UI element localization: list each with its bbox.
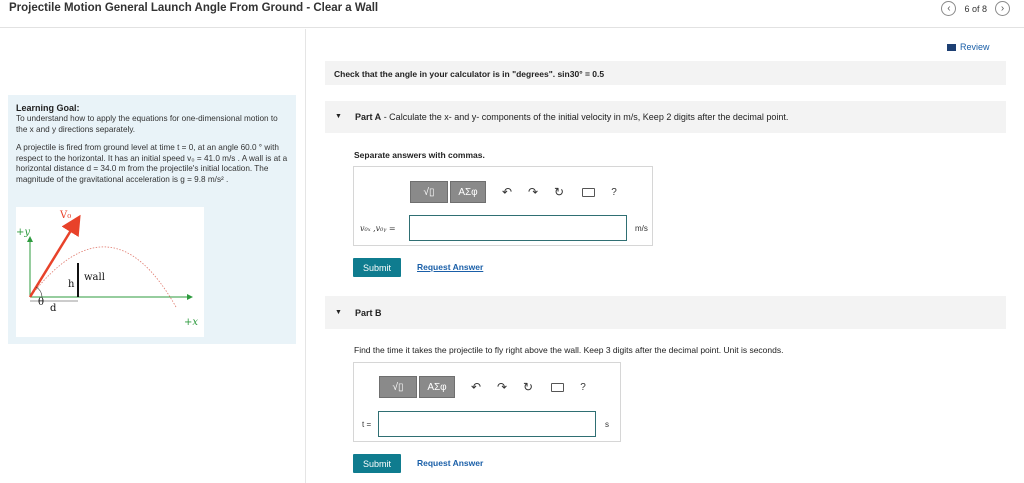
part-b-label: Part B <box>355 308 382 318</box>
y-axis-label: +y <box>16 227 30 238</box>
undo-icon[interactable]: ↶ <box>500 185 514 199</box>
collapse-triangle-icon[interactable]: ▼ <box>335 113 342 120</box>
top-bar: Projectile Motion General Launch Angle F… <box>0 0 1024 28</box>
part-b-request-answer-link[interactable]: Request Answer <box>417 458 483 468</box>
column-divider <box>305 29 306 483</box>
part-a-answer-input[interactable] <box>409 215 627 241</box>
part-a-eq-label: v₀ₓ ,v₀ᵧ = <box>360 224 396 233</box>
chevron-right-icon[interactable]: › <box>995 1 1010 16</box>
angle-arc <box>35 286 43 298</box>
separate-hint: Separate answers with commas. <box>354 150 485 160</box>
part-a-title: Part A <box>355 112 382 122</box>
learning-goal-panel: Learning Goal: To understand how to appl… <box>8 95 296 344</box>
chevron-left-icon[interactable]: ‹ <box>941 1 957 16</box>
reset-icon-b[interactable]: ↻ <box>521 380 535 394</box>
theta-label: θ <box>38 297 44 308</box>
v0-label: V₀ <box>59 210 71 221</box>
review-link[interactable]: Review <box>947 42 990 52</box>
part-b-header[interactable] <box>325 296 1006 329</box>
help-icon[interactable]: ? <box>607 187 621 198</box>
problem-statement: A projectile is fired from ground level … <box>16 143 288 184</box>
keyboard-icon[interactable] <box>582 187 595 197</box>
symbols-button[interactable]: ΑΣφ <box>450 181 486 203</box>
x-axis-label: +x <box>184 317 198 328</box>
reset-icon[interactable]: ↻ <box>552 185 566 199</box>
part-b-answer-input[interactable] <box>378 411 596 437</box>
part-b-submit-button[interactable]: Submit <box>353 454 401 473</box>
redo-icon[interactable]: ↷ <box>526 185 540 199</box>
review-bars-icon <box>947 43 956 51</box>
part-a-label: Part A - Calculate the x- and y- compone… <box>355 112 788 122</box>
page-title: Projectile Motion General Launch Angle F… <box>9 2 379 14</box>
review-label: Review <box>960 42 990 52</box>
d-label: d <box>50 303 57 314</box>
collapse-triangle-icon-b[interactable]: ▼ <box>335 309 342 316</box>
undo-icon-b[interactable]: ↶ <box>469 380 483 394</box>
part-a-toolbar: √▯ ΑΣφ ↶ ↷ ↻ ? <box>410 181 621 203</box>
part-a-request-answer-link[interactable]: Request Answer <box>417 262 483 272</box>
pager: ‹ 6 of 8 › <box>941 1 1010 16</box>
part-a-unit: m/s <box>635 224 648 233</box>
part-b-toolbar: √▯ ΑΣφ ↶ ↷ ↻ ? <box>379 376 590 398</box>
part-a-submit-button[interactable]: Submit <box>353 258 401 277</box>
part-b-description: Find the time it takes the projectile to… <box>354 345 784 355</box>
templates-button[interactable]: √▯ <box>410 181 448 203</box>
templates-button-b[interactable]: √▯ <box>379 376 417 398</box>
redo-icon-b[interactable]: ↷ <box>495 380 509 394</box>
wall-label: wall <box>84 272 105 283</box>
keyboard-icon-b[interactable] <box>551 382 564 392</box>
goal-title: Learning Goal: <box>16 103 80 113</box>
pager-text: 6 of 8 <box>964 3 987 14</box>
part-b-unit: s <box>605 420 609 429</box>
check-note: Check that the angle in your calculator … <box>334 69 605 79</box>
help-icon-b[interactable]: ? <box>576 382 590 393</box>
projectile-diagram: V₀ +y +x θ d h wall <box>16 210 198 328</box>
symbols-button-b[interactable]: ΑΣφ <box>419 376 455 398</box>
h-label: h <box>68 279 75 290</box>
projectile-figure: V₀ +y +x θ d h wall <box>16 207 204 337</box>
part-a-description: - Calculate the x- and y- components of … <box>381 112 789 122</box>
goal-body: To understand how to apply the equations… <box>16 114 278 134</box>
part-b-eq-label: t = <box>362 420 372 429</box>
